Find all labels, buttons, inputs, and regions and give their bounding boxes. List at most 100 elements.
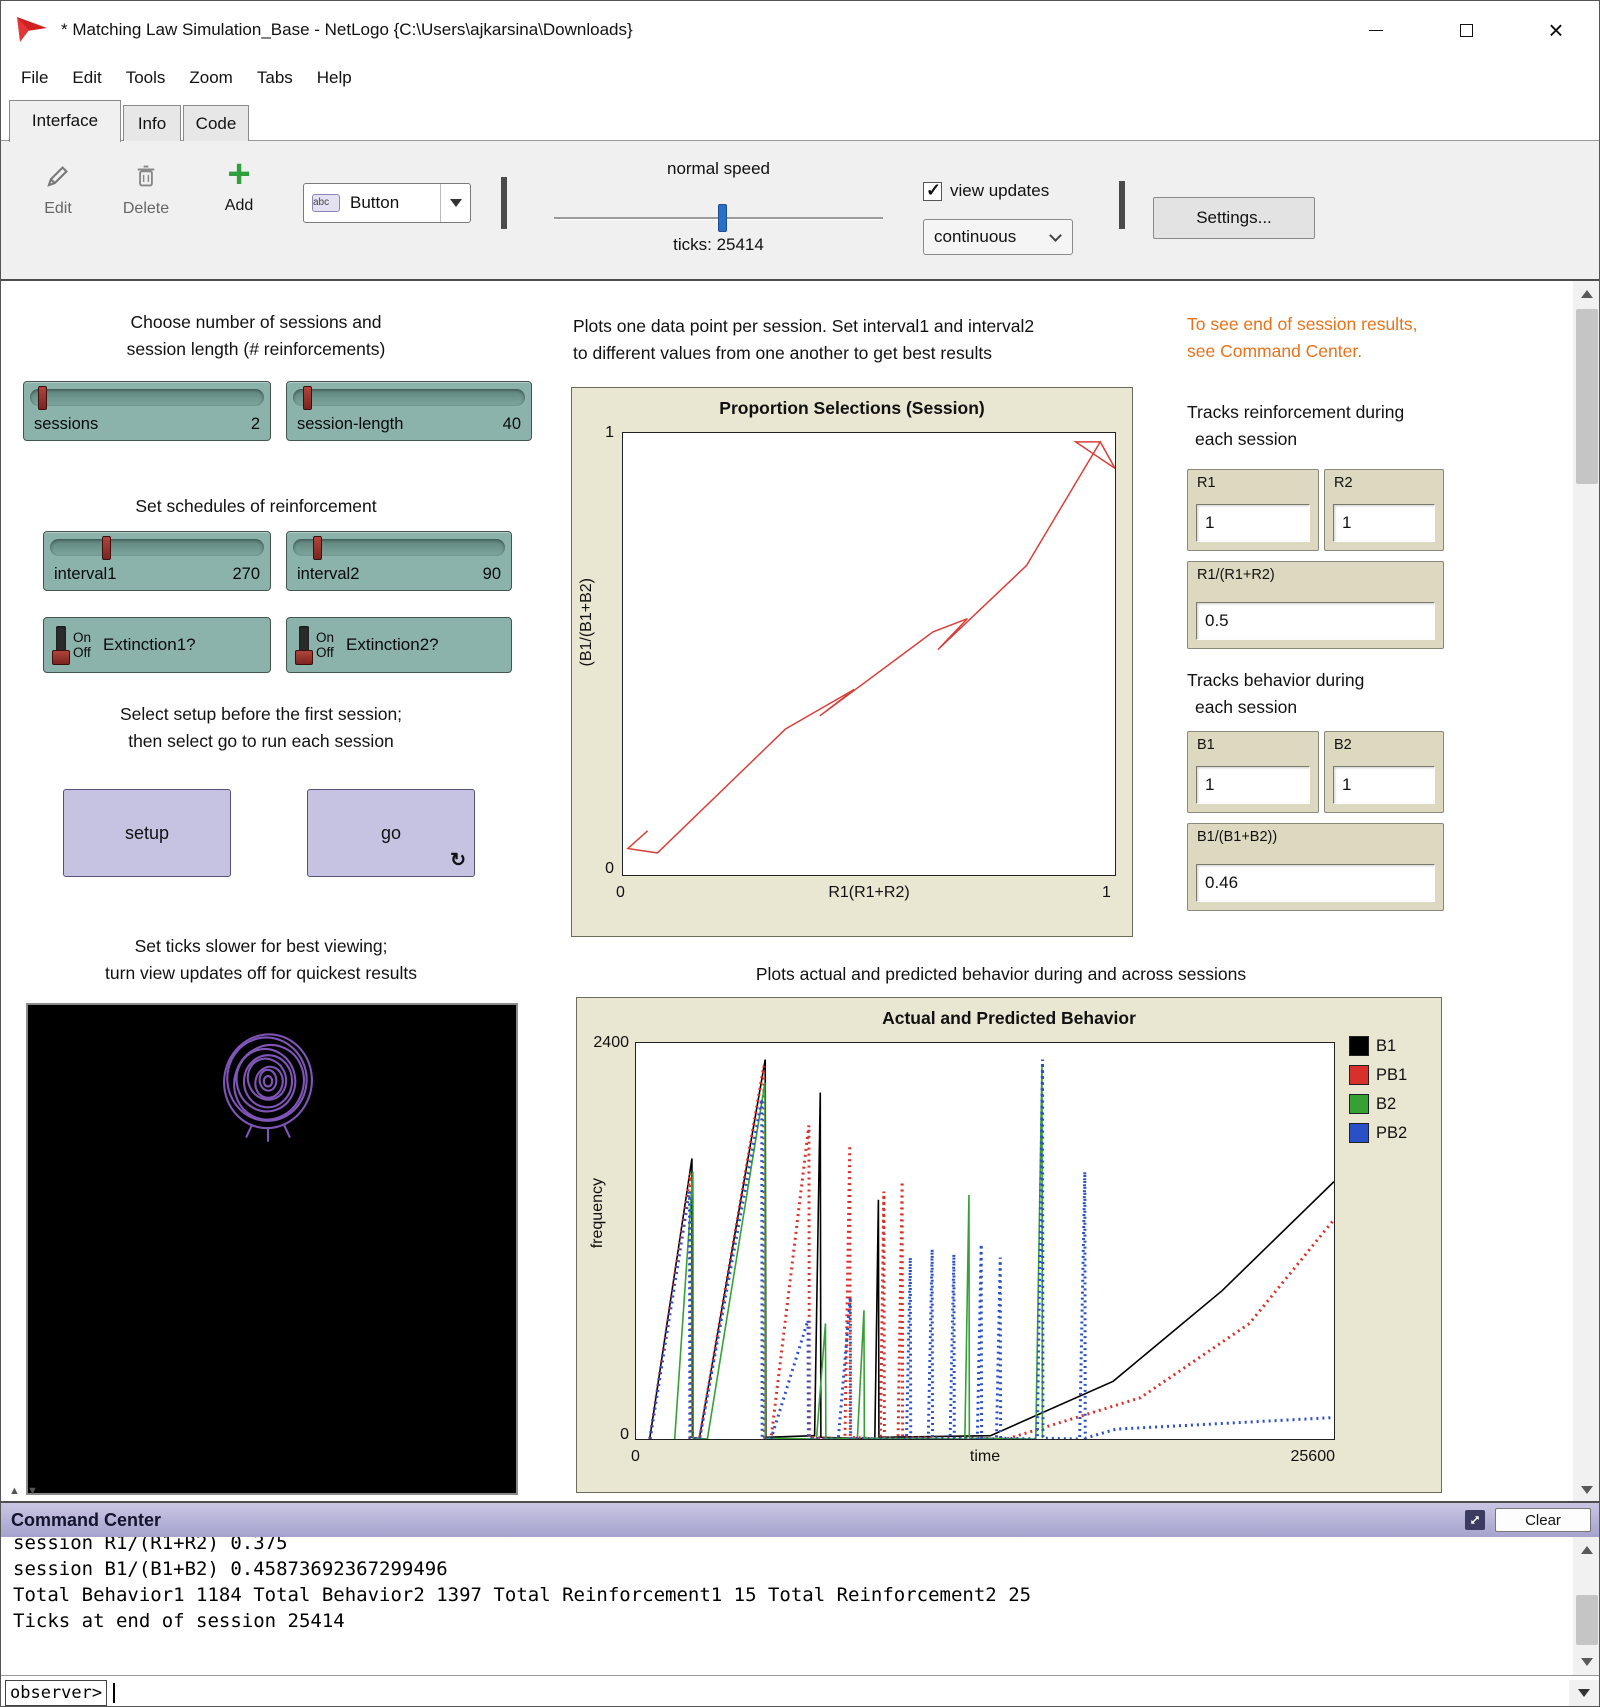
menu-bar: File Edit Tools Zoom Tabs Help: [1, 59, 1600, 97]
scroll-up-button[interactable]: [1573, 281, 1600, 307]
monitor-value: 1: [1333, 766, 1435, 804]
settings-button[interactable]: Settings...: [1153, 197, 1315, 239]
slider-channel: [50, 539, 264, 556]
speed-control: normal speed ticks: 25414: [546, 141, 891, 279]
triangle-down-icon: [1578, 1689, 1590, 1697]
menu-tools[interactable]: Tools: [114, 64, 178, 92]
scroll-down-button[interactable]: [1573, 1649, 1600, 1675]
tab-info[interactable]: Info: [123, 105, 181, 142]
menu-file[interactable]: File: [9, 64, 60, 92]
view-scroll-arrows[interactable]: [9, 1485, 40, 1497]
clear-button[interactable]: Clear: [1495, 1508, 1591, 1532]
slider-label: interval1: [54, 565, 116, 584]
setup-button-label: setup: [125, 823, 169, 844]
netlogo-icon: [15, 14, 49, 46]
slider-thumb[interactable]: [313, 536, 322, 560]
arrow-up-icon: [1581, 1546, 1593, 1554]
speed-slider-thumb[interactable]: [718, 204, 727, 232]
monitor-r1: R1 1: [1187, 469, 1319, 551]
tab-code[interactable]: Code: [183, 105, 249, 142]
slider-thumb[interactable]: [38, 386, 47, 410]
edit-button[interactable]: Edit: [29, 163, 87, 218]
slider-value: 90: [483, 565, 501, 584]
extinction2-switch[interactable]: On Off Extinction2?: [286, 617, 512, 673]
plot-legend: B1 PB1 B2 PB2: [1349, 1036, 1407, 1143]
view-updates-label: view updates: [950, 181, 1049, 201]
minimize-button[interactable]: [1331, 1, 1421, 59]
monitor-b-ratio: B1/(B1+B2)) 0.46: [1187, 823, 1444, 911]
expand-icon[interactable]: [1465, 1510, 1485, 1530]
monitor-value: 1: [1196, 504, 1310, 542]
view-updates-group: view updates continuous: [923, 141, 1123, 279]
session-length-slider[interactable]: session-length40: [286, 381, 532, 441]
dropdown-arrow[interactable]: [440, 184, 470, 222]
scroll-up-button[interactable]: [1573, 1537, 1600, 1563]
command-center-note: To see end of session results, see Comma…: [1187, 311, 1507, 365]
chevron-down-icon: [1049, 229, 1062, 242]
world-view[interactable]: [26, 1003, 518, 1495]
monitor-value: 1: [1196, 766, 1310, 804]
scroll-thumb[interactable]: [1576, 1595, 1598, 1645]
interval2-slider[interactable]: interval2 90: [286, 531, 512, 591]
plot-title: Proportion Selections (Session): [572, 398, 1132, 419]
widget-type-dropdown[interactable]: Button: [303, 183, 471, 223]
plus-icon: +: [213, 157, 265, 191]
menu-tabs[interactable]: Tabs: [245, 64, 305, 92]
monitor-label: R1: [1197, 475, 1216, 491]
command-center: Command Center Clear session R1/(R1+R2) …: [1, 1501, 1600, 1707]
behavior-note: Tracks behavior during each session: [1187, 667, 1487, 721]
tab-interface[interactable]: Interface: [9, 100, 121, 142]
text-caret: [113, 1683, 115, 1703]
switch-knob[interactable]: [52, 650, 70, 665]
command-center-title: Command Center: [11, 1510, 161, 1531]
monitor-value: 0.5: [1196, 602, 1435, 640]
main-scrollbar[interactable]: [1573, 281, 1600, 1503]
toolbar-separator: [501, 177, 507, 229]
command-input[interactable]: [111, 1680, 1569, 1707]
extinction1-switch[interactable]: On Off Extinction1?: [43, 617, 271, 673]
console-line: session B1/(B1+B2) 0.45873692367299496: [13, 1556, 1573, 1582]
speed-label: normal speed: [546, 159, 891, 179]
scroll-down-button[interactable]: [1573, 1477, 1600, 1503]
x-axis-label: R1(R1+R2): [622, 884, 1116, 902]
interval1-slider[interactable]: interval1 270: [43, 531, 271, 591]
slider-label: interval2: [297, 565, 359, 584]
switch-knob[interactable]: [295, 650, 313, 665]
view-updates-checkbox[interactable]: [923, 182, 942, 201]
delete-label: Delete: [113, 200, 179, 218]
menu-edit[interactable]: Edit: [60, 64, 113, 92]
y-tick-max: 2400: [581, 1034, 629, 1052]
monitor-label: B1/(B1+B2)): [1197, 829, 1277, 845]
legend-item-b2: B2: [1349, 1094, 1407, 1114]
menu-help[interactable]: Help: [305, 64, 364, 92]
monitor-label: B2: [1334, 737, 1352, 753]
slider-channel: [293, 539, 505, 556]
scroll-thumb[interactable]: [1576, 309, 1598, 484]
switch-track: [299, 626, 309, 664]
ticks-counter: ticks: 25414: [546, 235, 891, 255]
sessions-slider[interactable]: sessions2: [23, 381, 271, 441]
delete-button[interactable]: Delete: [113, 163, 179, 218]
console-line: Total Behavior1 1184 Total Behavior2 139…: [13, 1582, 1573, 1608]
netlogo-window: * Matching Law Simulation_Base - NetLogo…: [0, 0, 1600, 1707]
add-button[interactable]: + Add: [213, 157, 265, 215]
ticks-note: Set ticks slower for best viewing; turn …: [31, 933, 491, 987]
slider-thumb[interactable]: [102, 536, 111, 560]
maximize-button[interactable]: [1421, 1, 1511, 59]
slider-thumb[interactable]: [303, 386, 312, 410]
y-axis-label: (B1/(B1+B2): [578, 578, 596, 666]
command-center-header[interactable]: Command Center Clear: [1, 1503, 1600, 1537]
menu-zoom[interactable]: Zoom: [177, 64, 244, 92]
history-dropdown-button[interactable]: [1569, 1680, 1599, 1707]
setup-button[interactable]: setup: [63, 789, 231, 877]
legend-swatch-b2: [1349, 1094, 1369, 1114]
console-scrollbar[interactable]: [1573, 1537, 1600, 1675]
close-button[interactable]: ×: [1511, 1, 1600, 59]
add-label: Add: [213, 197, 265, 215]
widget-type-label: Button: [350, 193, 440, 213]
slider-label: sessions: [34, 415, 98, 434]
update-mode-dropdown[interactable]: continuous: [923, 219, 1073, 255]
slider-value: 270: [232, 565, 260, 584]
go-button[interactable]: go: [307, 789, 475, 877]
monitor-b2: B2 1: [1324, 731, 1444, 813]
